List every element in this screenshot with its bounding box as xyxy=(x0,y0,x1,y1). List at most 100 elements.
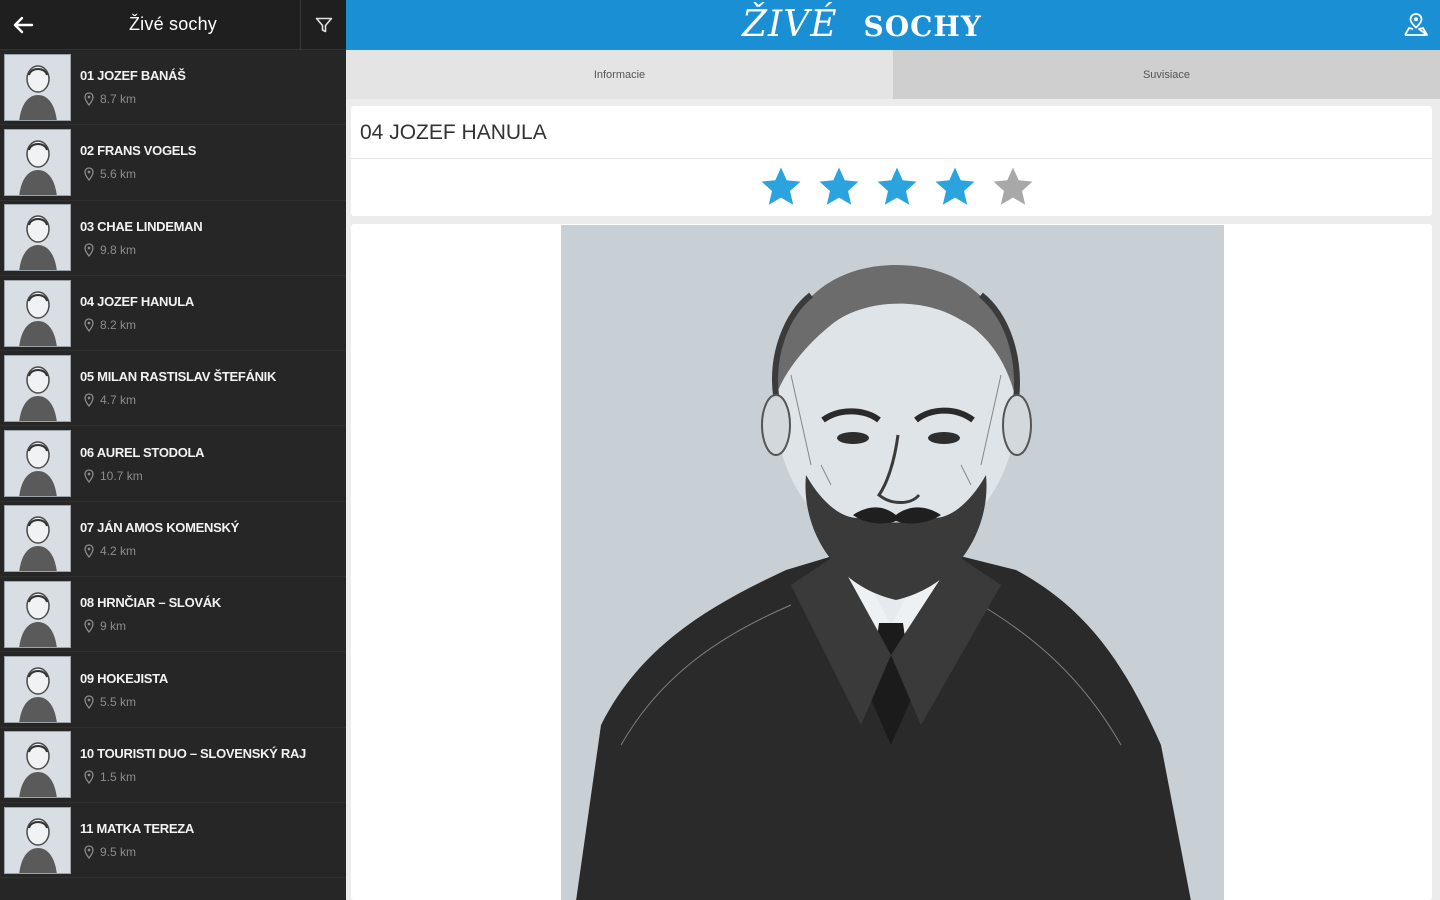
rating-star[interactable] xyxy=(810,164,868,210)
statue-thumbnail xyxy=(4,128,71,196)
statue-list-item-distance-row: 9.8 km xyxy=(80,243,202,257)
statue-list-item-name: 04 JOZEF HANULA xyxy=(80,294,194,310)
statue-list-item-name: 11 MATKA TEREZA xyxy=(80,821,194,837)
statue-list-item[interactable]: 04 JOZEF HANULA 8.2 km xyxy=(0,276,346,352)
statue-list-item-distance: 5.5 km xyxy=(100,694,137,709)
star-icon xyxy=(993,167,1033,205)
statue-list-item[interactable]: 03 CHAE LINDEMAN 9.8 km xyxy=(0,201,346,276)
location-pin-icon xyxy=(84,167,94,182)
statue-list-item-distance: 1.5 km xyxy=(100,769,137,784)
statue-thumbnail xyxy=(4,731,71,799)
top-bar: ŽIVÉ SOCHY xyxy=(346,0,1440,50)
statue-list-item-distance: 4.7 km xyxy=(100,393,137,408)
statue-thumbnail xyxy=(4,806,71,874)
statue-list: 01 JOZEF BANÁŠ 8.7 km 02 FRANS VOGELS 5.6 k… xyxy=(0,50,346,879)
statue-list-item-distance: 5.6 km xyxy=(100,167,137,182)
star-icon xyxy=(819,167,859,205)
statue-thumbnail xyxy=(4,204,71,272)
logo-word-zive: ŽIVÉ xyxy=(742,4,838,45)
portrait-sketch xyxy=(561,225,1224,900)
statue-list-item-distance-row: 5.6 km xyxy=(80,167,196,182)
statue-list-item[interactable]: 11 MATKA TEREZA 9.5 km xyxy=(0,803,346,879)
statue-title-card: 04 JOZEF HANULA xyxy=(351,106,1432,216)
location-pin-icon xyxy=(84,92,94,107)
statue-thumbnail xyxy=(4,656,71,724)
statue-list-item[interactable]: 05 MILAN RASTISLAV ŠTEFÁNIK 4.7 km xyxy=(0,351,346,427)
statue-list-item[interactable]: 08 HRNČIAR – SLOVÁK 9 km xyxy=(0,577,346,653)
statue-list-item-distance: 8.7 km xyxy=(100,92,137,107)
filter-icon xyxy=(315,17,332,32)
back-button[interactable] xyxy=(0,0,46,50)
star-icon xyxy=(877,167,917,205)
rating-star[interactable] xyxy=(984,164,1042,210)
tab-informacie[interactable]: Informacie xyxy=(346,50,893,99)
statue-list-item-name: 01 JOZEF BANÁŠ xyxy=(80,68,186,84)
statue-list-item-distance-row: 8.2 km xyxy=(80,318,194,333)
statue-thumbnail xyxy=(4,505,71,573)
sidebar-header: Živé sochy xyxy=(0,0,346,50)
card-divider xyxy=(351,158,1432,159)
filter-button[interactable] xyxy=(300,0,346,50)
statue-list-item-distance-row: 9.5 km xyxy=(80,845,194,860)
statue-portrait-image xyxy=(561,225,1224,900)
statue-list-item[interactable]: 01 JOZEF BANÁŠ 8.7 km xyxy=(0,50,346,126)
location-pin-icon xyxy=(84,694,94,709)
statue-list-item-distance-row: 4.7 km xyxy=(80,393,276,408)
app-logo: ŽIVÉ SOCHY xyxy=(742,4,982,45)
location-pin-icon xyxy=(84,318,94,333)
location-pin-icon xyxy=(84,544,94,558)
statue-list-item[interactable]: 10 TOURISTI DUO – SLOVENSKÝ RAJ 1.5 km xyxy=(0,728,346,803)
statue-list-item-distance-row: 5.5 km xyxy=(80,695,168,709)
statue-thumbnail xyxy=(4,354,71,422)
star-icon xyxy=(761,167,801,205)
statue-list-item-distance: 10.7 km xyxy=(100,468,143,483)
map-button[interactable] xyxy=(1402,11,1430,44)
statue-list-item-name: 07 JÁN AMOS KOMENSKÝ xyxy=(80,519,239,535)
statue-thumbnail xyxy=(4,53,71,121)
statue-list-item-distance: 9.8 km xyxy=(100,242,137,257)
location-pin-icon xyxy=(84,619,94,634)
sidebar-title: Živé sochy xyxy=(128,14,218,34)
statue-list-item-name: 10 TOURISTI DUO – SLOVENSKÝ RAJ xyxy=(80,745,306,761)
statue-list-item-name: 02 FRANS VOGELS xyxy=(80,143,197,159)
statue-thumbnail xyxy=(4,430,71,498)
statue-list-item-name: 05 MILAN RASTISLAV ŠTEFÁNIK xyxy=(80,369,277,385)
detail-tabs: Informacie Suvisiace xyxy=(346,50,1440,99)
statue-list-item[interactable]: 09 HOKEJISTA 5.5 km xyxy=(0,652,346,728)
statue-list-item-name: 06 AUREL STODOLA xyxy=(80,444,205,460)
statue-list-item[interactable]: 06 AUREL STODOLA 10.7 km xyxy=(0,426,346,502)
arrow-left-icon xyxy=(13,16,34,33)
statue-thumbnail xyxy=(4,279,71,347)
statue-list-item-distance-row: 9 km xyxy=(80,619,221,634)
rating-star[interactable] xyxy=(926,164,984,210)
rating-star[interactable] xyxy=(752,164,810,210)
location-pin-icon xyxy=(84,770,94,784)
statue-list-item-distance-row: 10.7 km xyxy=(80,469,204,483)
statue-list-item-distance: 4.2 km xyxy=(100,543,137,558)
statue-list-item-distance-row: 8.7 km xyxy=(80,92,186,107)
statue-image-card xyxy=(351,224,1432,900)
statue-list-item-distance-row: 1.5 km xyxy=(80,770,306,784)
statue-list-item-name: 03 CHAE LINDEMAN xyxy=(80,218,203,234)
sidebar: Živé sochy 01 JOZEF BANÁŠ 8.7 km 02 FRANS … xyxy=(0,0,346,900)
statue-list-item-distance: 9.5 km xyxy=(100,845,137,860)
statue-list-item-name: 08 HRNČIAR – SLOVÁK xyxy=(80,595,221,611)
rating-stars[interactable] xyxy=(752,164,1042,210)
star-icon xyxy=(935,167,975,205)
tab-suvisiace[interactable]: Suvisiace xyxy=(893,50,1440,99)
location-pin-icon xyxy=(84,468,94,483)
statue-list-item[interactable]: 02 FRANS VOGELS 5.6 km xyxy=(0,125,346,201)
location-pin-icon xyxy=(84,393,94,408)
map-location-icon xyxy=(1404,13,1428,36)
location-pin-icon xyxy=(84,845,94,860)
statue-list-item-distance: 8.2 km xyxy=(100,318,137,333)
statue-list-item-name: 09 HOKEJISTA xyxy=(80,670,168,686)
logo-word-sochy: SOCHY xyxy=(863,10,982,43)
statue-title: 04 JOZEF HANULA xyxy=(360,121,547,144)
statue-list-item-distance-row: 4.2 km xyxy=(80,544,239,558)
statue-thumbnail xyxy=(4,580,71,648)
statue-list-item-distance: 9 km xyxy=(100,619,127,634)
location-pin-icon xyxy=(84,243,94,257)
rating-star[interactable] xyxy=(868,164,926,210)
statue-list-item[interactable]: 07 JÁN AMOS KOMENSKÝ 4.2 km xyxy=(0,502,346,578)
